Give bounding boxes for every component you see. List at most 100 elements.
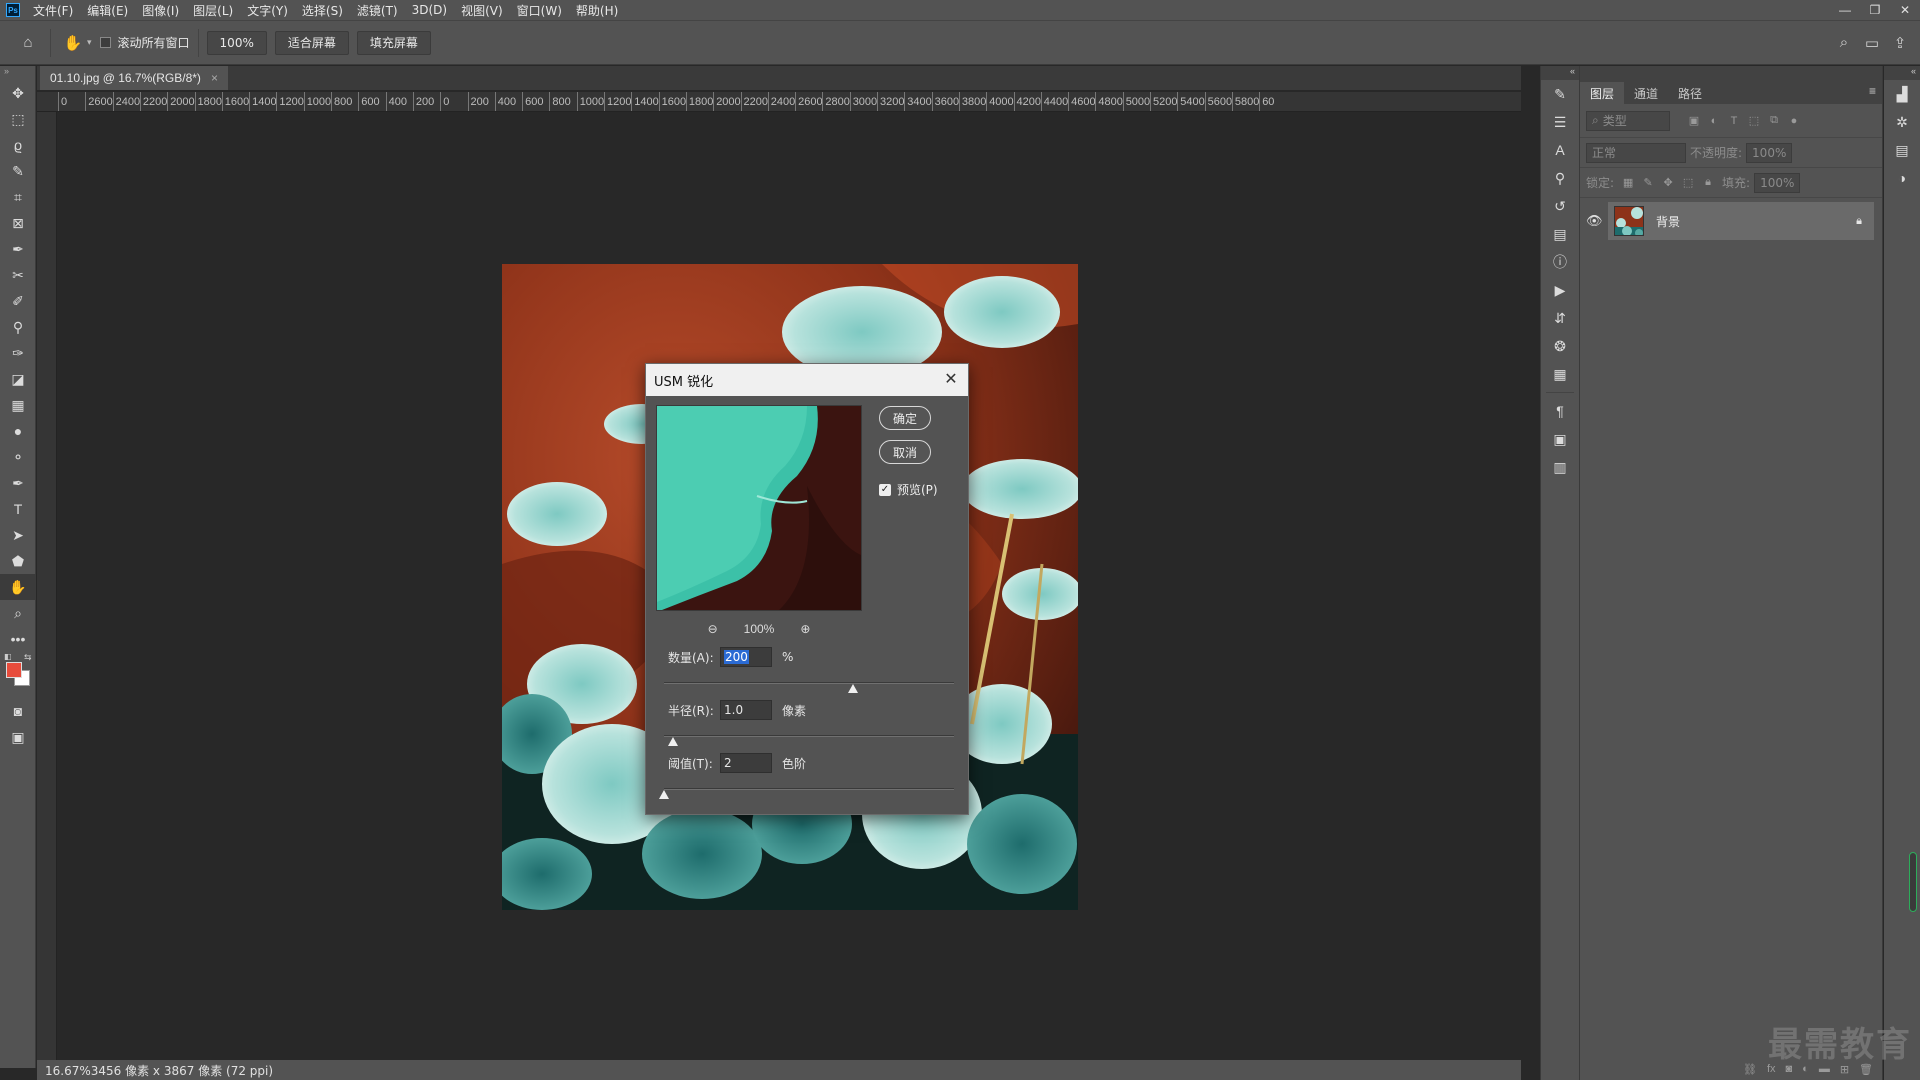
lock-artboard-icon[interactable]: ⬚ <box>1678 176 1698 189</box>
info-icon[interactable]: ⓘ <box>1541 248 1579 276</box>
marquee-tool-icon[interactable]: ⬚ <box>0 106 36 132</box>
menu-file[interactable]: 文件(F) <box>26 2 80 19</box>
more-tools-icon[interactable]: ••• <box>0 626 36 652</box>
filter-shape-icon[interactable]: ⬚ <box>1744 114 1764 127</box>
close-tab-icon[interactable]: × <box>211 71 218 85</box>
tab-layers[interactable]: 图层 <box>1580 82 1625 104</box>
notes-icon[interactable]: ▥ <box>1541 453 1579 481</box>
quick-mask-icon[interactable]: ◙ <box>0 698 36 724</box>
properties-icon[interactable]: ▤ <box>1541 220 1579 248</box>
foreground-color-swatch[interactable] <box>6 662 22 678</box>
collapse-icon[interactable]: « <box>1541 66 1579 80</box>
type-tool-icon[interactable]: T <box>0 496 36 522</box>
close-icon[interactable]: ✕ <box>1890 0 1920 20</box>
slider-thumb[interactable] <box>847 684 858 693</box>
checkbox-checked-icon[interactable]: ✓ <box>879 483 891 496</box>
blur-tool-icon[interactable]: ● <box>0 418 36 444</box>
expand-icon[interactable]: » <box>0 66 35 80</box>
fit-screen-button[interactable]: 适合屏幕 <box>274 30 349 55</box>
menu-window[interactable]: 窗口(W) <box>510 2 569 19</box>
fill-input[interactable]: 100% <box>1754 172 1801 193</box>
zoom-in-icon[interactable]: ⊕ <box>800 622 810 636</box>
slider-track[interactable] <box>664 682 954 684</box>
gradient-tool-icon[interactable]: ▦ <box>0 392 36 418</box>
default-colors-icon[interactable]: ◧ <box>4 652 12 661</box>
workspace-icon[interactable]: ▭ <box>1858 29 1886 57</box>
color-icon[interactable]: ◑ <box>1884 164 1920 192</box>
history-brush-icon[interactable]: ✑ <box>0 340 36 366</box>
3d-icon[interactable]: ❂ <box>1541 332 1579 360</box>
frame-tool-icon[interactable]: ⊠ <box>0 210 36 236</box>
menu-image[interactable]: 图像(I) <box>135 2 186 19</box>
lock-transparent-icon[interactable]: ▦ <box>1618 176 1638 189</box>
share-icon[interactable]: ⇪ <box>1886 29 1914 57</box>
brush-settings-icon[interactable]: ✎ <box>1541 80 1579 108</box>
home-icon[interactable]: ⌂ <box>14 29 42 57</box>
visibility-eye-icon[interactable]: 👁︎ <box>1586 213 1603 229</box>
opacity-input[interactable]: 100% <box>1746 142 1793 163</box>
lasso-tool-icon[interactable]: ϱ <box>0 132 36 158</box>
radius-slider[interactable] <box>664 733 954 746</box>
filter-type-icon[interactable]: T <box>1724 115 1744 127</box>
cancel-button[interactable]: 取消 <box>879 440 931 464</box>
dialog-titlebar[interactable]: USM 锐化 ✕ <box>646 364 968 396</box>
menu-help[interactable]: 帮助(H) <box>569 2 625 19</box>
checkbox-box[interactable] <box>99 37 111 48</box>
brush-tool-icon[interactable]: ✐ <box>0 288 36 314</box>
threshold-input[interactable]: 2 <box>720 753 772 773</box>
menu-select[interactable]: 选择(S) <box>295 2 350 19</box>
path-select-tool-icon[interactable]: ➤ <box>0 522 36 548</box>
navigator-icon[interactable]: ✲ <box>1884 108 1920 136</box>
zoom-100-button[interactable]: 100% <box>206 30 267 55</box>
hand-tool-icon[interactable]: ✋ <box>59 29 87 57</box>
eraser-tool-icon[interactable]: ◪ <box>0 366 36 392</box>
menu-layer[interactable]: 图层(L) <box>186 2 240 19</box>
search-icon[interactable]: ⌕ <box>1830 29 1858 57</box>
preview-checkbox[interactable]: ✓ 预览(P) <box>879 481 938 498</box>
blend-mode-select[interactable]: 正常 <box>1586 142 1686 163</box>
filter-smart-object-icon[interactable]: ⧉ <box>1764 114 1784 127</box>
fill-screen-button[interactable]: 填充屏幕 <box>356 30 431 55</box>
zoom-out-icon[interactable]: ⊖ <box>708 622 718 636</box>
document-tab[interactable]: 01.10.jpg @ 16.7%(RGB/8*) × <box>40 66 228 90</box>
layer-filter-select[interactable]: ⌕ 类型 <box>1586 110 1670 131</box>
lock-all-icon[interactable]: 🔒︎ <box>1698 176 1718 189</box>
filter-adjustment-icon[interactable]: ◐ <box>1704 115 1724 127</box>
slider-thumb[interactable] <box>659 790 669 799</box>
paragraph-icon[interactable]: ¶ <box>1541 397 1579 425</box>
filter-pixel-icon[interactable]: ▣ <box>1684 114 1704 127</box>
link-layers-icon[interactable]: ⛓ <box>1743 1063 1757 1076</box>
slider-track[interactable] <box>664 788 954 790</box>
dodge-tool-icon[interactable]: ⚬ <box>0 444 36 470</box>
adjustments-icon[interactable]: ☰ <box>1541 108 1579 136</box>
close-icon[interactable]: ✕ <box>942 370 960 388</box>
history-icon[interactable]: ↺ <box>1541 192 1579 220</box>
glyphs-icon[interactable]: ▣ <box>1541 425 1579 453</box>
minimize-icon[interactable]: — <box>1830 0 1860 20</box>
layer-row[interactable]: 背景 🔒︎ <box>1608 202 1874 240</box>
actions-play-icon[interactable]: ▶ <box>1541 276 1579 304</box>
tab-channels[interactable]: 通道 <box>1624 82 1668 104</box>
menu-type[interactable]: 文字(Y) <box>240 2 295 19</box>
ok-button[interactable]: 确定 <box>879 406 931 430</box>
ruler-horizontal[interactable]: 0 2600 2400 2200 2000 1800 1600 1400 1200 1000 800… <box>58 92 1521 112</box>
table-icon[interactable]: ▦ <box>1541 360 1579 388</box>
lock-position-icon[interactable]: ✥ <box>1658 176 1678 189</box>
swap-colors-icon[interactable]: ⇆ <box>24 652 32 663</box>
lock-icon[interactable]: 🔒︎ <box>1856 215 1862 228</box>
panel-menu-icon[interactable]: ≡ <box>1869 84 1876 98</box>
pen-tool-icon[interactable]: ✒ <box>0 470 36 496</box>
menu-3d[interactable]: 3D(D) <box>405 3 454 17</box>
threshold-slider[interactable] <box>659 786 954 799</box>
menu-edit[interactable]: 编辑(E) <box>80 2 135 19</box>
radius-input[interactable]: 1.0 <box>720 700 772 720</box>
ruler-vertical[interactable] <box>37 112 57 1060</box>
menu-view[interactable]: 视图(V) <box>454 2 510 19</box>
timeline-icon[interactable]: ⇵ <box>1541 304 1579 332</box>
histogram-icon[interactable]: ▟ <box>1884 80 1920 108</box>
screen-mode-icon[interactable]: ▣ <box>0 724 36 750</box>
hand-tool-icon[interactable]: ✋ <box>0 574 36 600</box>
character-icon[interactable]: A <box>1541 136 1579 164</box>
scroll-all-windows-checkbox[interactable]: 滚动所有窗口 <box>99 34 190 51</box>
zoom-tool-icon[interactable]: ⌕ <box>0 600 36 626</box>
